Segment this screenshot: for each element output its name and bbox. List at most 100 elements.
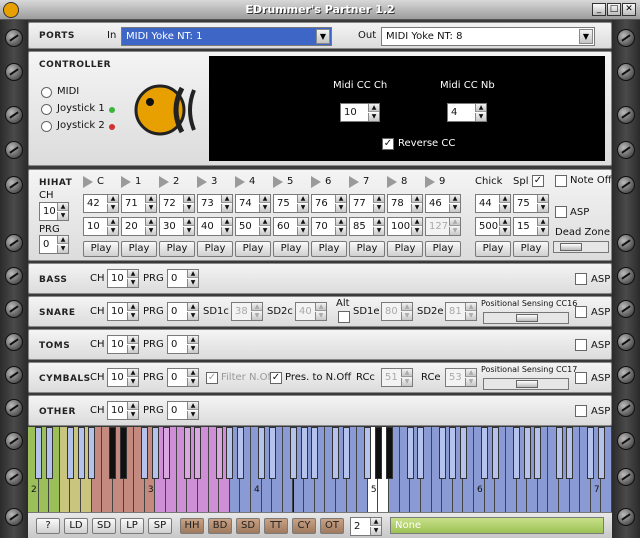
sd1e-spinner[interactable]: 80 ▲ ▼ bbox=[381, 302, 413, 321]
spin-up-icon[interactable]: ▲ bbox=[499, 218, 510, 226]
piano-black-key[interactable] bbox=[332, 427, 340, 479]
piano-black-key[interactable] bbox=[151, 427, 159, 479]
spin-down-icon[interactable]: ▼ bbox=[251, 312, 262, 320]
piano-black-key[interactable] bbox=[406, 427, 414, 479]
spl-checkbox[interactable]: ✓ bbox=[532, 175, 544, 187]
piano-black-key[interactable] bbox=[364, 427, 372, 479]
spin-down-icon[interactable]: ▼ bbox=[297, 204, 308, 212]
hihat-zone-note-spinner[interactable]: 76 ▲ ▼ bbox=[311, 194, 347, 213]
piano-black-key[interactable] bbox=[162, 427, 170, 479]
piano-black-key[interactable] bbox=[385, 427, 393, 479]
spin-down-icon[interactable]: ▼ bbox=[401, 378, 412, 386]
chick-top-spinner[interactable]: 44 ▲ ▼ bbox=[475, 194, 511, 213]
spin-up-icon[interactable]: ▲ bbox=[259, 195, 270, 203]
snare-prg-spinner[interactable]: 0 ▲ ▼ bbox=[167, 302, 199, 321]
spin-up-icon[interactable]: ▲ bbox=[297, 218, 308, 226]
spin-down-icon[interactable]: ▼ bbox=[297, 227, 308, 235]
group-button[interactable]: HH bbox=[180, 518, 204, 534]
piano-black-key[interactable] bbox=[120, 427, 128, 479]
other-prg-spinner[interactable]: 0 ▲ ▼ bbox=[167, 401, 199, 420]
note-off-checkbox[interactable] bbox=[555, 175, 567, 187]
group-button[interactable]: CY bbox=[292, 518, 316, 534]
spl-play-button[interactable]: Play bbox=[513, 241, 549, 257]
snare-positional-slider[interactable] bbox=[483, 312, 569, 324]
spin-up-icon[interactable]: ▲ bbox=[259, 218, 270, 226]
spin-down-icon[interactable]: ▼ bbox=[373, 204, 384, 212]
spin-up-icon[interactable]: ▲ bbox=[297, 195, 308, 203]
hihat-zone-note-spinner[interactable]: 78 ▲ ▼ bbox=[387, 194, 423, 213]
toms-asp-checkbox[interactable] bbox=[575, 339, 587, 351]
hihat-zone-threshold-spinner[interactable]: 30 ▲ ▼ bbox=[159, 217, 195, 236]
piano-black-key[interactable] bbox=[300, 427, 308, 479]
bottom-button[interactable]: SD bbox=[92, 518, 116, 534]
spin-up-icon[interactable]: ▲ bbox=[187, 369, 198, 377]
hihat-zone-note-spinner[interactable]: 71 ▲ ▼ bbox=[121, 194, 157, 213]
piano-black-key[interactable] bbox=[215, 427, 223, 479]
piano-black-key[interactable] bbox=[481, 427, 489, 479]
hihat-zone-threshold-spinner[interactable]: 85 ▲ ▼ bbox=[349, 217, 385, 236]
bottom-button[interactable]: SP bbox=[148, 518, 172, 534]
spin-up-icon[interactable]: ▲ bbox=[57, 203, 68, 211]
bottom-button[interactable]: LP bbox=[120, 518, 144, 534]
spin-down-icon[interactable]: ▼ bbox=[127, 345, 138, 353]
hihat-zone-threshold-spinner[interactable]: 50 ▲ ▼ bbox=[235, 217, 271, 236]
bottom-button[interactable]: ? bbox=[36, 518, 60, 534]
spin-up-icon[interactable]: ▲ bbox=[499, 195, 510, 203]
slider-thumb[interactable] bbox=[516, 314, 538, 322]
spin-down-icon[interactable]: ▼ bbox=[373, 227, 384, 235]
spin-down-icon[interactable]: ▼ bbox=[465, 378, 476, 386]
hihat-zone-play-button[interactable]: Play bbox=[273, 241, 309, 257]
bass-ch-spinner[interactable]: 10 ▲ ▼ bbox=[107, 269, 139, 288]
piano-black-key[interactable] bbox=[88, 427, 96, 479]
restore-button[interactable]: □ bbox=[607, 3, 621, 16]
spin-down-icon[interactable]: ▼ bbox=[107, 227, 118, 235]
piano-black-key[interactable] bbox=[226, 427, 234, 479]
spin-down-icon[interactable]: ▼ bbox=[107, 204, 118, 212]
spin-down-icon[interactable]: ▼ bbox=[401, 312, 412, 320]
piano-black-key[interactable] bbox=[141, 427, 149, 479]
hihat-zone-threshold-spinner[interactable]: 70 ▲ ▼ bbox=[311, 217, 347, 236]
spin-up-icon[interactable]: ▲ bbox=[370, 518, 381, 526]
spin-down-icon[interactable]: ▼ bbox=[335, 204, 346, 212]
hihat-zone-threshold-spinner[interactable]: 100 ▲ ▼ bbox=[387, 217, 423, 236]
sd2e-spinner[interactable]: 81 ▲ ▼ bbox=[445, 302, 477, 321]
piano-black-key[interactable] bbox=[449, 427, 457, 479]
spin-down-icon[interactable]: ▼ bbox=[411, 227, 422, 235]
piano-black-key[interactable] bbox=[438, 427, 446, 479]
spin-up-icon[interactable]: ▲ bbox=[315, 303, 326, 311]
cymbals-prg-spinner[interactable]: 0 ▲ ▼ bbox=[167, 368, 199, 387]
sd2c-spinner[interactable]: 40 ▲ ▼ bbox=[295, 302, 327, 321]
spin-down-icon[interactable]: ▼ bbox=[259, 227, 270, 235]
spin-up-icon[interactable]: ▲ bbox=[187, 402, 198, 410]
other-asp-checkbox[interactable] bbox=[575, 405, 587, 417]
cymbals-asp-checkbox[interactable] bbox=[575, 372, 587, 384]
spin-down-icon[interactable]: ▼ bbox=[449, 204, 460, 212]
snare-ch-spinner[interactable]: 10 ▲ ▼ bbox=[107, 302, 139, 321]
hihat-zone-play-button[interactable]: Play bbox=[311, 241, 347, 257]
spin-down-icon[interactable]: ▼ bbox=[368, 113, 379, 121]
hihat-zone-play-button[interactable]: Play bbox=[159, 241, 195, 257]
spin-up-icon[interactable]: ▲ bbox=[251, 303, 262, 311]
controller-radio-joystick2[interactable] bbox=[41, 121, 52, 132]
spin-down-icon[interactable]: ▼ bbox=[537, 227, 548, 235]
spin-down-icon[interactable]: ▼ bbox=[259, 204, 270, 212]
filter-noff-checkbox[interactable]: ✓ bbox=[206, 372, 218, 384]
spin-up-icon[interactable]: ▲ bbox=[465, 369, 476, 377]
spin-down-icon[interactable]: ▼ bbox=[187, 411, 198, 419]
piano-black-key[interactable] bbox=[45, 427, 53, 479]
midi-cc-ch-spinner[interactable]: 10 ▲ ▼ bbox=[340, 103, 380, 122]
spin-down-icon[interactable]: ▼ bbox=[145, 204, 156, 212]
spl-top-spinner[interactable]: 75 ▲ ▼ bbox=[513, 194, 549, 213]
piano-black-key[interactable] bbox=[597, 427, 605, 479]
spin-down-icon[interactable]: ▼ bbox=[499, 204, 510, 212]
close-button[interactable]: ✕ bbox=[622, 3, 636, 16]
spin-down-icon[interactable]: ▼ bbox=[57, 245, 68, 253]
hihat-zone-threshold-spinner[interactable]: 10 ▲ ▼ bbox=[83, 217, 119, 236]
spin-up-icon[interactable]: ▲ bbox=[127, 336, 138, 344]
spin-up-icon[interactable]: ▲ bbox=[449, 195, 460, 203]
spl-bottom-spinner[interactable]: 15 ▲ ▼ bbox=[513, 217, 549, 236]
spin-up-icon[interactable]: ▲ bbox=[145, 195, 156, 203]
piano-black-key[interactable] bbox=[417, 427, 425, 479]
spin-down-icon[interactable]: ▼ bbox=[537, 204, 548, 212]
spin-up-icon[interactable]: ▲ bbox=[127, 270, 138, 278]
